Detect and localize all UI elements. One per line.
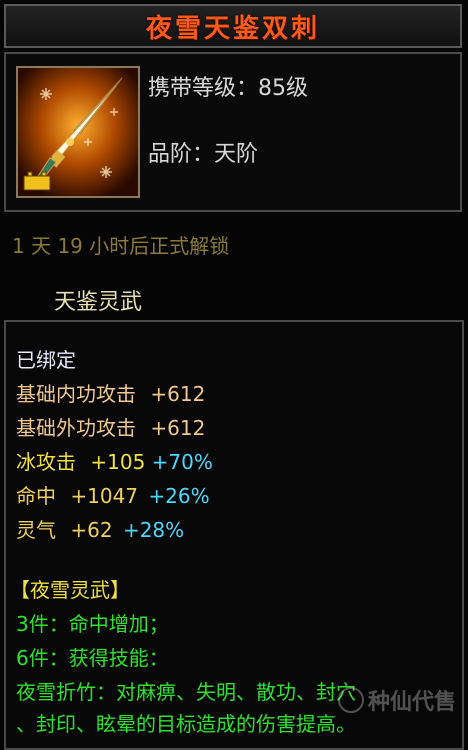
- twin-dagger-icon[interactable]: [16, 66, 140, 198]
- set-bonus-3: 3件：命中增加；: [16, 612, 169, 636]
- stat-label: 基础外功攻击: [16, 416, 136, 440]
- watermark-logo-icon: [337, 687, 364, 713]
- stat-ice-attack: 冰攻击 +105 +70%: [16, 446, 213, 475]
- stat-value: +1047: [70, 484, 139, 508]
- stat-accuracy: 命中 +1047 +26%: [16, 480, 210, 509]
- item-rank: 品阶：天阶: [148, 142, 259, 167]
- stat-label: 基础内功攻击: [16, 382, 136, 406]
- stat-label: 灵气: [16, 518, 56, 542]
- stat-bonus: +26%: [148, 484, 210, 508]
- item-info-panel: 携带等级：85级 品阶：天阶: [4, 52, 462, 212]
- weapon-art: [18, 68, 138, 196]
- set-bonus-6: 6件：获得技能：: [16, 646, 169, 670]
- stat-base-outer-attack: 基础外功攻击 +612: [16, 412, 205, 441]
- stat-value: +612: [150, 416, 206, 440]
- set-name: 【夜雪灵武】: [10, 578, 130, 602]
- set-skill-line-2: 、封印、眩晕的目标造成的伤害提高。: [16, 712, 356, 736]
- stat-label: 命中: [16, 484, 56, 508]
- stat-bonus: +70%: [151, 450, 213, 474]
- watermark-text: 种仙代售: [367, 690, 456, 715]
- item-title: 夜雪天鉴双刺: [145, 13, 320, 44]
- item-category: 天鉴灵武: [54, 290, 143, 315]
- stat-spirit: 灵气 +62 +28%: [16, 514, 184, 543]
- stat-value: +62: [70, 518, 113, 542]
- unlock-countdown: 1 天 19 小时后正式解锁: [12, 234, 230, 258]
- stat-label: 冰攻击: [16, 450, 76, 474]
- bound-status: 已绑定: [16, 348, 76, 372]
- stat-bonus: +28%: [122, 518, 185, 542]
- watermark: 种仙代售: [337, 684, 456, 716]
- carry-level: 携带等级：85级: [148, 76, 308, 101]
- set-skill-line-1: 夜雪折竹：对麻痹、失明、散功、封穴: [16, 680, 356, 704]
- item-title-bar: 夜雪天鉴双刺: [4, 4, 462, 48]
- stat-base-inner-attack: 基础内功攻击 +612: [16, 378, 205, 407]
- stat-value: +612: [150, 382, 206, 406]
- stat-value: +105: [90, 450, 146, 474]
